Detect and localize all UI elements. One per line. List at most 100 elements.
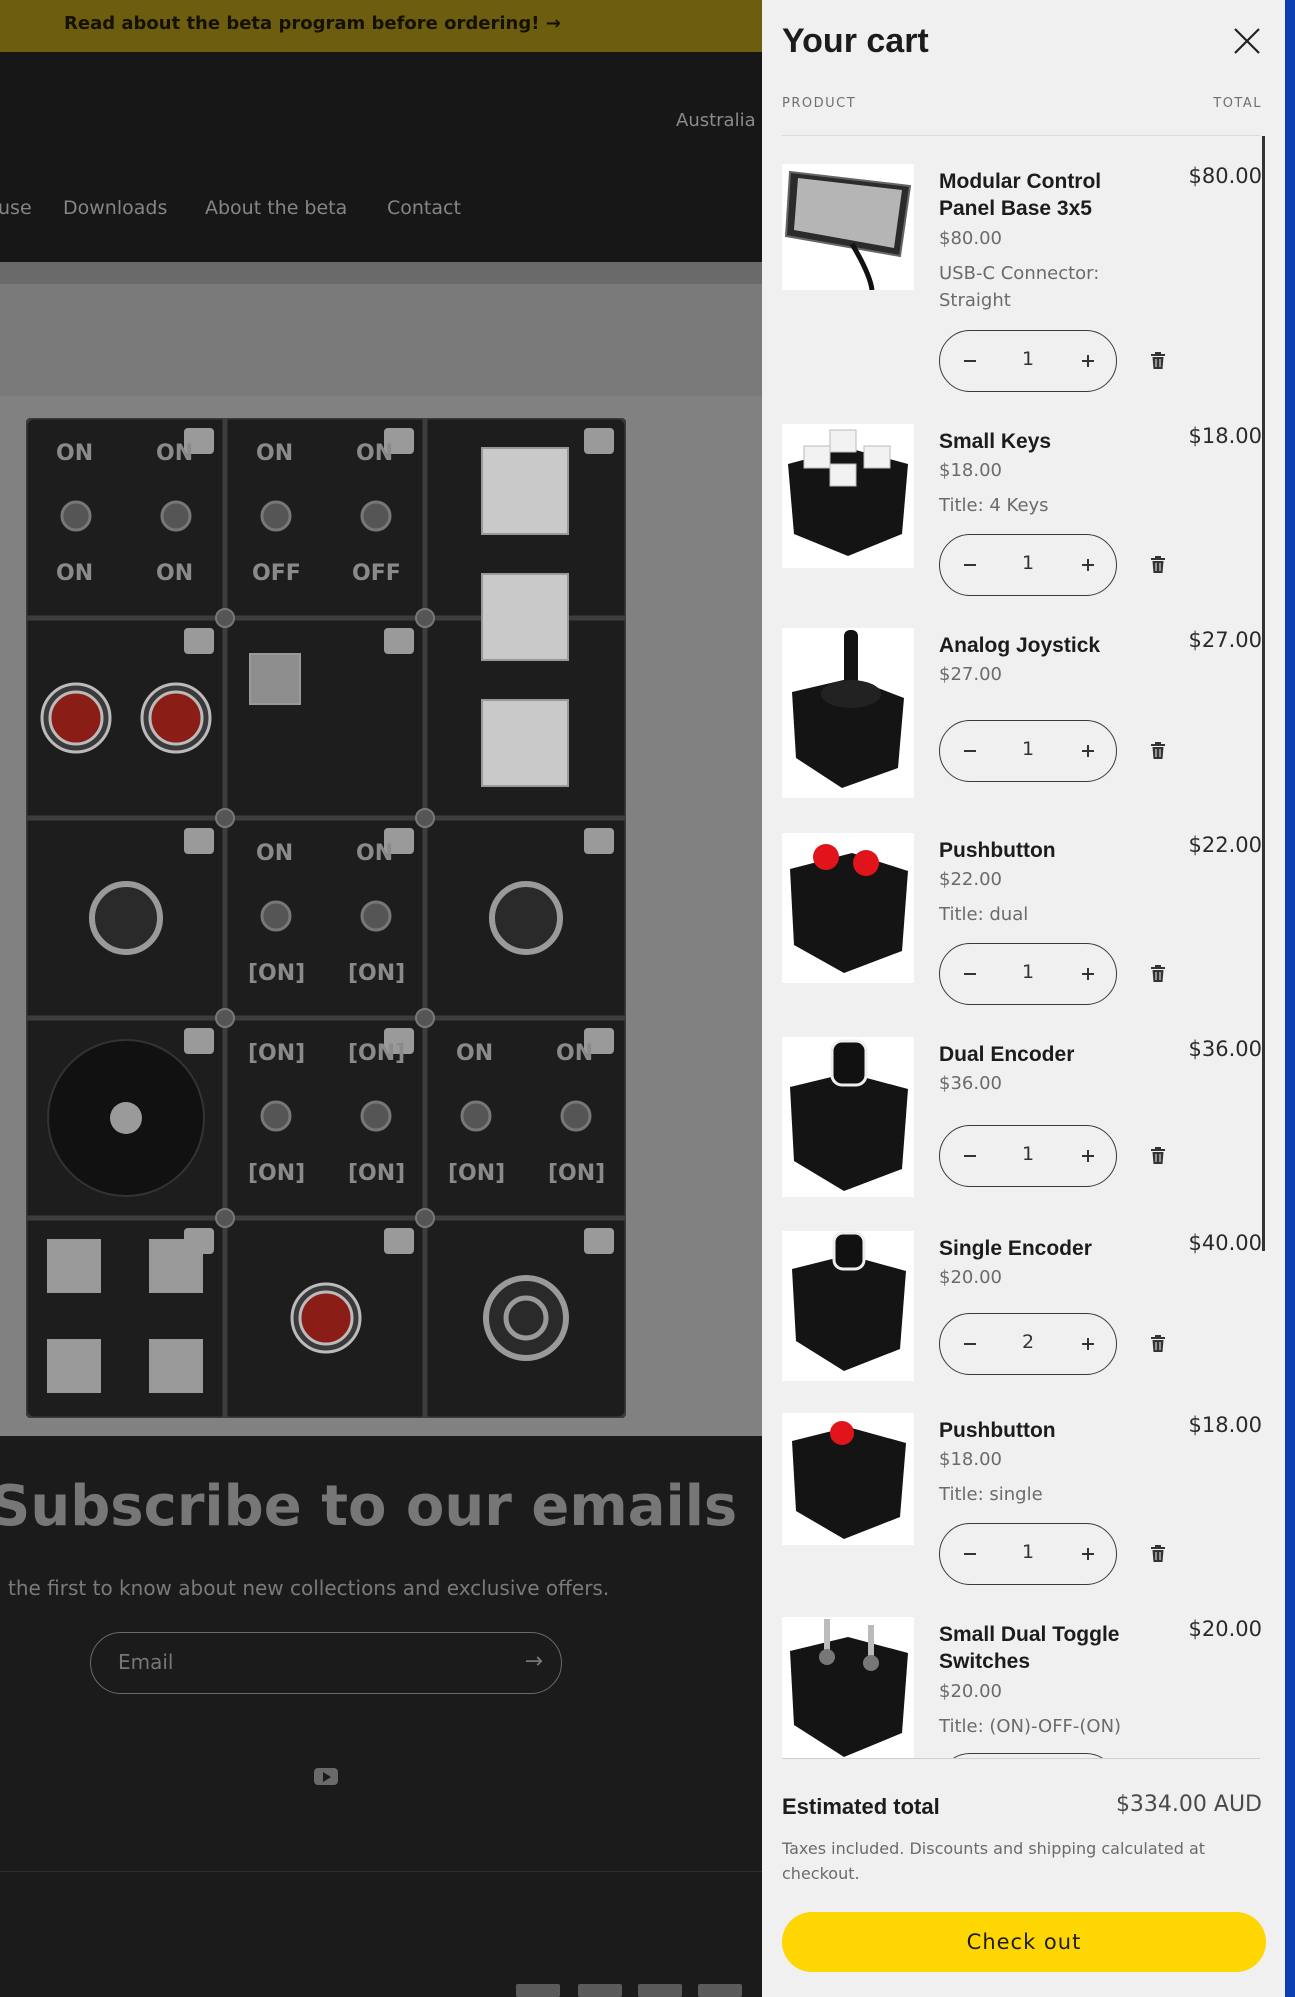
- line-total: $22.00: [1188, 833, 1262, 857]
- increase-quantity-button[interactable]: [1058, 1524, 1116, 1583]
- quantity-stepper: 2: [939, 1313, 1117, 1375]
- product-image-analog-joystick[interactable]: [782, 628, 914, 798]
- product-name[interactable]: Small Keys: [939, 428, 1139, 455]
- column-header-total: TOTAL: [1213, 96, 1262, 111]
- increase-quantity-button[interactable]: [1058, 1314, 1116, 1373]
- product-image-toggle-switches[interactable]: [782, 1617, 914, 1758]
- increase-quantity-button[interactable]: [1058, 331, 1116, 390]
- cart-items-scroll[interactable]: Your cart PRODUCT TOTAL Modular Control …: [762, 0, 1285, 1758]
- announcement-bar[interactable]: Read about the beta program before order…: [0, 0, 762, 52]
- trash-icon[interactable]: [1150, 1335, 1166, 1353]
- product-option: Title: (ON)-OFF-(ON): [939, 1716, 1122, 1737]
- newsletter-text: the first to know about new collections …: [8, 1576, 610, 1600]
- product-name[interactable]: Analog Joystick: [939, 632, 1139, 659]
- close-icon[interactable]: [1232, 26, 1262, 56]
- product-image-small-keys[interactable]: [782, 424, 914, 568]
- decrease-quantity-button[interactable]: [940, 1524, 998, 1583]
- quantity-value[interactable]: 1: [998, 1541, 1058, 1563]
- product-name[interactable]: Modular Control Panel Base 3x5: [939, 168, 1139, 222]
- line-total: $20.00: [1188, 1617, 1262, 1641]
- product-price: $22.00: [939, 869, 1002, 890]
- product-price: $36.00: [939, 1073, 1002, 1094]
- quantity-value[interactable]: 1: [998, 348, 1058, 370]
- svg-text:[ON]: [ON]: [548, 1161, 605, 1186]
- decrease-quantity-button[interactable]: [940, 1126, 998, 1185]
- nav-link-downloads[interactable]: Downloads: [63, 197, 167, 219]
- product-name[interactable]: Single Encoder: [939, 1235, 1139, 1262]
- product-image-pushbutton-single[interactable]: [782, 1413, 914, 1545]
- payment-icon: [578, 1984, 622, 1997]
- footer-divider: [782, 1758, 1260, 1759]
- scrollbar[interactable]: [1262, 136, 1265, 1251]
- country-selector[interactable]: Australia: [676, 110, 756, 131]
- svg-text:ON: ON: [356, 441, 393, 466]
- trash-icon[interactable]: [1150, 965, 1166, 983]
- youtube-icon[interactable]: [314, 1768, 338, 1785]
- arrow-right-icon[interactable]: →: [525, 1649, 543, 1674]
- control-panel-image: ON ON ON ON ON ON OFF OFF ON ON [ON] [ON] [ON] [O…: [26, 418, 626, 1418]
- product-price: $18.00: [939, 460, 1002, 481]
- announcement-text[interactable]: Read about the beta program before order…: [64, 13, 561, 34]
- quantity-stepper: 1: [939, 1125, 1117, 1187]
- line-total: $80.00: [1188, 164, 1262, 188]
- trash-icon[interactable]: [1150, 742, 1166, 760]
- product-name[interactable]: Small Dual Toggle Switches: [939, 1621, 1139, 1675]
- product-option: Title: dual: [939, 904, 1029, 925]
- product-price: $20.00: [939, 1267, 1002, 1288]
- svg-text:[ON]: [ON]: [248, 1161, 305, 1186]
- increase-quantity-button[interactable]: [1058, 535, 1116, 594]
- header-divider: [0, 262, 762, 284]
- product-image-pushbutton-dual[interactable]: [782, 833, 914, 983]
- svg-text:OFF: OFF: [252, 561, 301, 586]
- svg-text:[ON]: [ON]: [248, 961, 305, 986]
- quantity-value[interactable]: 2: [998, 1331, 1058, 1353]
- decrease-quantity-button[interactable]: [940, 944, 998, 1003]
- nav-link-use[interactable]: use: [0, 197, 32, 219]
- email-placeholder: Email: [118, 1650, 174, 1674]
- quantity-value[interactable]: 1: [998, 961, 1058, 983]
- trash-icon[interactable]: [1150, 1545, 1166, 1563]
- svg-text:ON: ON: [156, 561, 193, 586]
- product-price: $20.00: [939, 1681, 1002, 1702]
- quantity-stepper: 1: [939, 330, 1117, 392]
- quantity-stepper: 1: [939, 943, 1117, 1005]
- product-image-dual-encoder[interactable]: [782, 1037, 914, 1197]
- payment-icon: [638, 1984, 682, 1997]
- increase-quantity-button[interactable]: [1058, 944, 1116, 1003]
- product-name[interactable]: Dual Encoder: [939, 1041, 1139, 1068]
- product-option: Title: 4 Keys: [939, 495, 1049, 516]
- product-name[interactable]: Pushbutton: [939, 1417, 1139, 1444]
- checkout-button[interactable]: Check out: [782, 1912, 1266, 1972]
- tax-note: Taxes included. Discounts and shipping c…: [782, 1839, 1206, 1883]
- product-image-control-panel-base[interactable]: [782, 164, 914, 290]
- nav-link-contact[interactable]: Contact: [387, 197, 461, 219]
- trash-icon[interactable]: [1150, 556, 1166, 574]
- quantity-value[interactable]: 1: [998, 1143, 1058, 1165]
- product-price: $18.00: [939, 1449, 1002, 1470]
- line-total: $27.00: [1188, 628, 1262, 652]
- decrease-quantity-button[interactable]: [940, 1314, 998, 1373]
- site-header: Australia use Downloads About the beta C…: [0, 52, 762, 262]
- store-page: Read about the beta program before order…: [0, 0, 762, 1997]
- decrease-quantity-button[interactable]: [940, 721, 998, 780]
- nav-link-about-beta[interactable]: About the beta: [205, 197, 347, 219]
- decrease-quantity-button[interactable]: [940, 331, 998, 390]
- line-total: $18.00: [1188, 424, 1262, 448]
- line-total: $36.00: [1188, 1037, 1262, 1061]
- increase-quantity-button[interactable]: [1058, 721, 1116, 780]
- decrease-quantity-button[interactable]: [940, 535, 998, 594]
- email-field[interactable]: Email →: [90, 1632, 562, 1694]
- quantity-value[interactable]: 1: [998, 552, 1058, 574]
- trash-icon[interactable]: [1150, 352, 1166, 370]
- quantity-value[interactable]: 1: [998, 738, 1058, 760]
- product-name[interactable]: Pushbutton: [939, 837, 1139, 864]
- trash-icon[interactable]: [1150, 1147, 1166, 1165]
- svg-text:ON: ON: [256, 441, 293, 466]
- svg-text:ON: ON: [156, 441, 193, 466]
- svg-text:ON: ON: [56, 561, 93, 586]
- svg-text:OFF: OFF: [352, 561, 401, 586]
- newsletter-section: Subscribe to our emails the first to kno…: [0, 1436, 762, 1871]
- increase-quantity-button[interactable]: [1058, 1126, 1116, 1185]
- product-image-single-encoder[interactable]: [782, 1231, 914, 1381]
- hero-section: ON ON ON ON ON ON OFF OFF ON ON [ON] [ON] [ON] [O…: [0, 396, 762, 1436]
